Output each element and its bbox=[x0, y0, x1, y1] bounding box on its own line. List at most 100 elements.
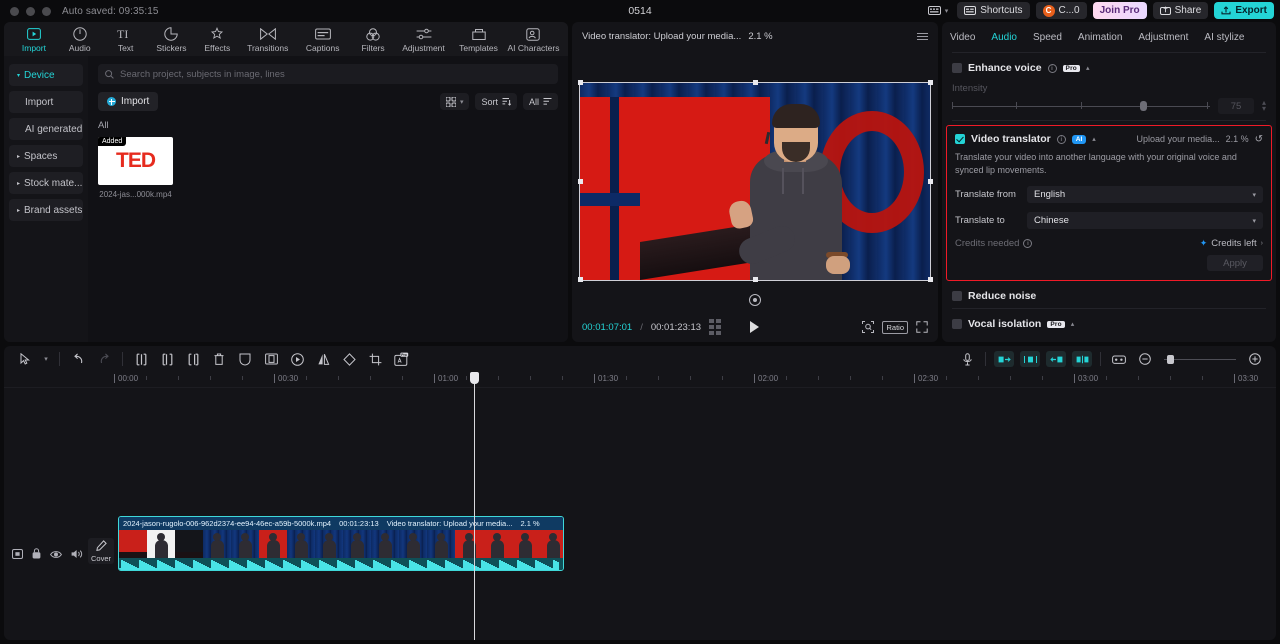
resize-handle-top-left[interactable] bbox=[577, 80, 583, 85]
undo-icon[interactable] bbox=[65, 348, 91, 370]
reduce-noise-checkbox[interactable] bbox=[952, 291, 962, 301]
tab-animation[interactable]: Animation bbox=[1078, 32, 1122, 43]
timeline-zoom-slider[interactable] bbox=[1164, 354, 1236, 364]
ai-tool-icon[interactable]: Pro bbox=[388, 348, 414, 370]
media-thumbnail[interactable]: Added TED bbox=[98, 137, 173, 185]
hamburger-icon[interactable] bbox=[917, 32, 928, 40]
video-translator-checkbox[interactable] bbox=[955, 134, 965, 144]
sidebar-item-stock-materials[interactable]: ▸ Stock mate... bbox=[9, 172, 83, 194]
view-mode-button[interactable]: ▾ bbox=[439, 93, 470, 110]
grid-icon[interactable] bbox=[709, 319, 722, 335]
account-button[interactable]: C C...0 bbox=[1035, 2, 1087, 19]
tab-video[interactable]: Video bbox=[950, 32, 975, 43]
split-icon[interactable] bbox=[128, 348, 154, 370]
vocal-isolation-checkbox[interactable] bbox=[952, 319, 962, 329]
tab-audio[interactable]: Audio bbox=[991, 32, 1017, 43]
select-dropdown-icon[interactable]: ▾ bbox=[38, 348, 54, 370]
nav-tab-audio[interactable]: Audio bbox=[58, 24, 102, 53]
play-icon[interactable] bbox=[750, 321, 759, 333]
sidebar-item-brand-assets[interactable]: ▸ Brand assets bbox=[9, 199, 83, 221]
export-button[interactable]: Export bbox=[1214, 2, 1274, 19]
timeline-zoom-knob[interactable] bbox=[1167, 355, 1174, 364]
collapse-chevron-icon[interactable]: ▴ bbox=[1092, 135, 1096, 143]
shortcuts-button[interactable]: Shortcuts bbox=[957, 2, 1030, 19]
credits-left-button[interactable]: ✦ Credits left › bbox=[1200, 238, 1263, 249]
hide-icon[interactable] bbox=[50, 546, 62, 564]
ratio-button[interactable]: Ratio bbox=[882, 320, 908, 334]
media-item[interactable]: Added TED 2024-jas...000k.mp4 bbox=[98, 137, 173, 199]
collapse-chevron-icon[interactable]: ▴ bbox=[1086, 64, 1090, 72]
nav-tab-effects[interactable]: Effects bbox=[195, 24, 239, 53]
timeline-ruler[interactable]: 00:00 00:30 01:00 01:30 02:00 02:30 03:0… bbox=[4, 372, 1276, 388]
search-input[interactable]: Search project, subjects in image, lines bbox=[98, 64, 558, 84]
preview-render-icon[interactable] bbox=[1106, 348, 1132, 370]
resize-handle-bottom-left[interactable] bbox=[577, 277, 583, 282]
mute-icon[interactable] bbox=[71, 546, 83, 564]
resize-handle-top-right[interactable] bbox=[927, 80, 933, 85]
info-icon[interactable]: i bbox=[1023, 239, 1033, 248]
keyboard-layout-button[interactable]: ▾ bbox=[925, 2, 952, 19]
sidebar-item-import[interactable]: Import bbox=[9, 91, 83, 113]
auto-cut-end-icon[interactable] bbox=[1046, 351, 1066, 367]
resize-handle-left[interactable] bbox=[577, 178, 583, 184]
mask-icon[interactable] bbox=[232, 348, 258, 370]
crop-frame-icon[interactable] bbox=[258, 348, 284, 370]
playhead[interactable] bbox=[470, 372, 479, 640]
auto-cut-both-icon[interactable] bbox=[1020, 351, 1040, 367]
tab-speed[interactable]: Speed bbox=[1033, 32, 1062, 43]
nav-tab-filters[interactable]: Filters bbox=[351, 24, 395, 53]
nav-tab-import[interactable]: Import bbox=[12, 24, 56, 53]
microphone-icon[interactable] bbox=[954, 348, 980, 370]
sidebar-item-device[interactable]: ▾ Device bbox=[9, 64, 83, 86]
nav-tab-ai-characters[interactable]: AI Characters bbox=[507, 24, 560, 53]
mirror-icon[interactable] bbox=[310, 348, 336, 370]
zoom-in-icon[interactable] bbox=[1242, 348, 1268, 370]
nav-tab-text[interactable]: TI Text bbox=[104, 24, 148, 53]
zoom-out-icon[interactable] bbox=[1132, 348, 1158, 370]
nav-tab-templates[interactable]: Templates bbox=[452, 24, 505, 53]
filter-button[interactable]: All bbox=[522, 93, 558, 110]
timeline-clip[interactable]: 2024-jason-rugolo-006-962d2374-ee94-46ec… bbox=[118, 516, 564, 571]
tab-adjustment[interactable]: Adjustment bbox=[1138, 32, 1188, 43]
sort-button[interactable]: Sort bbox=[475, 93, 517, 110]
nav-tab-adjustment[interactable]: Adjustment bbox=[397, 24, 450, 53]
crop-icon[interactable] bbox=[362, 348, 388, 370]
enhance-voice-checkbox[interactable] bbox=[952, 63, 962, 73]
cover-button[interactable]: Cover bbox=[88, 538, 114, 564]
resize-handle-bottom-right[interactable] bbox=[927, 277, 933, 282]
collapse-chevron-icon[interactable]: ▴ bbox=[1071, 320, 1075, 328]
import-button[interactable]: Import bbox=[98, 92, 159, 111]
trim-left-icon[interactable] bbox=[154, 348, 180, 370]
info-icon[interactable]: i bbox=[1056, 134, 1066, 144]
info-icon[interactable]: i bbox=[1047, 63, 1057, 73]
select-tool-icon[interactable] bbox=[12, 348, 38, 370]
rotate-icon[interactable] bbox=[336, 348, 362, 370]
intensity-slider-knob[interactable] bbox=[1140, 101, 1148, 111]
tab-ai-stylize[interactable]: AI stylize bbox=[1204, 32, 1244, 43]
intensity-stepper[interactable]: ▴ ▾ bbox=[1262, 99, 1266, 113]
trim-right-icon[interactable] bbox=[180, 348, 206, 370]
translate-from-select[interactable]: English ▾ bbox=[1027, 186, 1263, 203]
share-button[interactable]: Share bbox=[1152, 2, 1209, 19]
reset-icon[interactable]: ↺ bbox=[1255, 134, 1263, 145]
intensity-value[interactable]: 75 bbox=[1217, 98, 1254, 114]
playhead-handle[interactable] bbox=[470, 372, 479, 384]
resize-handle-bottom[interactable] bbox=[752, 277, 758, 282]
sidebar-item-spaces[interactable]: ▸ Spaces bbox=[9, 145, 83, 167]
join-pro-button[interactable]: Join Pro bbox=[1092, 2, 1147, 19]
nav-tab-transitions[interactable]: Transitions bbox=[241, 24, 294, 53]
sidebar-item-ai-generated[interactable]: AI generated bbox=[9, 118, 83, 140]
resize-handle-right[interactable] bbox=[927, 178, 933, 184]
nav-tab-captions[interactable]: Captions bbox=[296, 24, 349, 53]
delete-icon[interactable] bbox=[206, 348, 232, 370]
auto-cut-start-icon[interactable] bbox=[994, 351, 1014, 367]
freeze-icon[interactable] bbox=[284, 348, 310, 370]
lock-icon[interactable] bbox=[32, 546, 41, 564]
translate-to-select[interactable]: Chinese ▾ bbox=[1027, 212, 1263, 229]
intensity-slider[interactable] bbox=[952, 100, 1210, 112]
transform-center-icon[interactable] bbox=[749, 294, 761, 306]
resize-handle-top[interactable] bbox=[752, 80, 758, 85]
auto-cut-center-icon[interactable] bbox=[1072, 351, 1092, 367]
track-type-icon[interactable] bbox=[12, 546, 23, 564]
nav-tab-stickers[interactable]: Stickers bbox=[150, 24, 194, 53]
